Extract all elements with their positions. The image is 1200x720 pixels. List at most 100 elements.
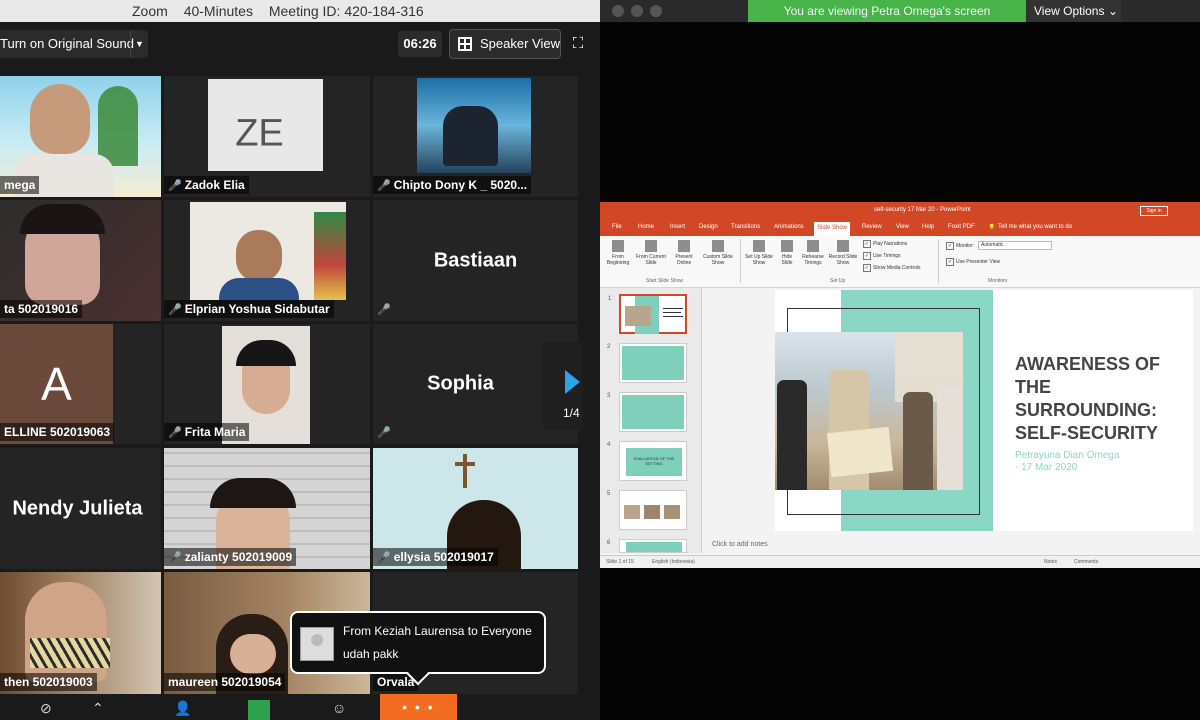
tab-review[interactable]: Review bbox=[862, 224, 882, 230]
tab-slide-show[interactable]: Slide Show bbox=[814, 222, 851, 236]
from-current-button[interactable]: From Current Slide bbox=[634, 240, 668, 266]
sign-in-button[interactable]: Sign in bbox=[1140, 206, 1168, 216]
tab-home[interactable]: Home bbox=[638, 224, 654, 230]
video-tile[interactable]: A ELLINE 502019063 bbox=[0, 324, 161, 444]
monitor-select[interactable]: Automatic bbox=[978, 241, 1052, 250]
video-tile[interactable]: 🎤 zalianty 502019009 bbox=[164, 448, 370, 569]
speaker-view-button[interactable]: Speaker View bbox=[449, 29, 561, 59]
video-tile[interactable]: Bastiaan 🎤 bbox=[373, 200, 578, 321]
participant-face bbox=[230, 634, 276, 674]
tab-design[interactable]: Design bbox=[699, 224, 718, 230]
muted-mic-icon: 🎤 bbox=[168, 552, 182, 564]
present-online-button[interactable]: Present Online bbox=[672, 240, 696, 266]
group-start-slide-show: Start Slide Show bbox=[646, 278, 683, 284]
tab-insert[interactable]: Insert bbox=[670, 224, 685, 230]
speaker-view-label: Speaker View bbox=[480, 36, 560, 51]
participant-name: maureen 502019054 bbox=[164, 673, 286, 691]
shared-screen-window: You are viewing Petra Omega's screen Vie… bbox=[600, 0, 1200, 720]
original-sound-label: Turn on Original Sound bbox=[0, 36, 134, 51]
thumb-text-line bbox=[663, 316, 683, 317]
share-screen-icon[interactable] bbox=[248, 700, 270, 720]
slide-number: 3 bbox=[607, 393, 611, 399]
ppt-status-bar: Slide 1 of 15 English (Indonesia) Notes … bbox=[600, 555, 1200, 568]
tab-animations[interactable]: Animations bbox=[774, 224, 804, 230]
shelf-decor bbox=[314, 212, 346, 300]
video-tile[interactable]: 🎤 Elprian Yoshua Sidabutar bbox=[164, 200, 370, 321]
video-off-icon[interactable]: ⊘ bbox=[40, 700, 52, 717]
record-slide-show-button[interactable]: Record Slide Show bbox=[828, 240, 858, 266]
slide-thumbnail[interactable]: 1 bbox=[608, 294, 687, 334]
participant-name: 🎤 zalianty 502019009 bbox=[164, 548, 297, 566]
tell-me-box[interactable]: Tell me what you want to do bbox=[998, 224, 1072, 230]
tab-file[interactable]: File bbox=[612, 224, 622, 230]
ppt-ribbon-tabs: File Home Insert Design Transitions Anim… bbox=[600, 220, 1200, 236]
minimize-icon[interactable] bbox=[631, 5, 643, 17]
ppt-ribbon: From Beginning From Current Slide Presen… bbox=[600, 236, 1200, 288]
video-tile[interactable]: 🎤 ellysia 502019017 bbox=[373, 448, 578, 569]
slide-thumbnail[interactable]: 4 EVALUATION OF THE SETTING bbox=[607, 441, 687, 481]
slide-title[interactable]: AWARENESS OF THE SURROUNDING: SELF-SECUR… bbox=[1015, 353, 1160, 445]
participant-face bbox=[30, 84, 90, 154]
video-tile[interactable]: 🎤 Chipto Dony K _ 5020... bbox=[373, 76, 578, 197]
slide-thumbnail[interactable]: 5 bbox=[607, 490, 687, 530]
hide-slide-button[interactable]: Hide Slide bbox=[778, 240, 796, 266]
set-up-slide-show-button[interactable]: Set Up Slide Show bbox=[744, 240, 774, 266]
photo-person bbox=[937, 386, 963, 490]
muted-mic-icon: 🎤 bbox=[377, 180, 391, 192]
play-narrations-checkbox[interactable]: Play Narrations bbox=[863, 240, 907, 248]
slideshow-start-icon bbox=[612, 240, 624, 252]
rehearse-timings-button[interactable]: Rehearse Timings bbox=[800, 240, 826, 266]
thumb-accent bbox=[622, 346, 684, 380]
chat-notification[interactable]: From Keziah Laurensa to Everyone udah pa… bbox=[290, 611, 546, 686]
ribbon-divider bbox=[938, 239, 939, 283]
show-media-controls-checkbox[interactable]: Show Media Controls bbox=[863, 264, 921, 272]
chevron-down-icon[interactable]: ▼ bbox=[130, 30, 148, 58]
participant-name: 🎤 Chipto Dony K _ 5020... bbox=[373, 176, 532, 194]
meeting-id: Meeting ID: 420-184-316 bbox=[268, 3, 424, 19]
group-monitors: Monitors bbox=[988, 278, 1008, 284]
use-timings-checkbox[interactable]: Use Timings bbox=[863, 252, 901, 260]
tab-help[interactable]: Help bbox=[922, 224, 934, 230]
present-online-icon bbox=[678, 240, 690, 252]
participants-icon[interactable]: 👤 bbox=[174, 700, 191, 717]
meeting-timer: 06:26 bbox=[398, 31, 442, 57]
reactions-icon[interactable]: ☺ bbox=[332, 700, 346, 716]
language-indicator[interactable]: English (Indonesia) bbox=[652, 559, 695, 565]
current-slide[interactable]: AWARENESS OF THE SURROUNDING: SELF-SECUR… bbox=[775, 290, 1193, 531]
thumb-photo bbox=[664, 505, 680, 519]
video-tile[interactable]: 🎤 Frita Maria bbox=[164, 324, 370, 444]
participant-hair bbox=[20, 204, 105, 234]
tab-view[interactable]: View bbox=[896, 224, 909, 230]
custom-show-button[interactable]: Custom Slide Show bbox=[700, 240, 736, 266]
app-title: Zoom bbox=[132, 3, 168, 19]
slide-thumbnail[interactable]: 2 bbox=[607, 343, 687, 383]
next-page-button[interactable]: 1/4 bbox=[543, 342, 583, 430]
slide-thumbnail[interactable]: 3 bbox=[607, 392, 687, 432]
chat-message: udah pakk bbox=[343, 647, 399, 661]
notes-placeholder[interactable]: Click to add notes bbox=[712, 541, 768, 548]
comments-button[interactable]: Comments bbox=[1074, 559, 1098, 565]
notes-button[interactable]: Notes bbox=[1044, 559, 1057, 565]
slide-thumbnail[interactable]: 6 bbox=[607, 539, 687, 553]
security-icon[interactable]: ⌃ bbox=[92, 700, 104, 717]
thumb-photo bbox=[625, 306, 651, 326]
thumb-photo bbox=[644, 505, 660, 519]
maximize-icon[interactable] bbox=[650, 5, 662, 17]
view-options-button[interactable]: View Options ⌄ bbox=[1026, 0, 1121, 22]
timer-icon bbox=[807, 240, 819, 252]
palm-tree bbox=[98, 86, 138, 166]
close-icon[interactable] bbox=[612, 5, 624, 17]
fullscreen-icon[interactable]: ⛶ bbox=[566, 31, 590, 57]
original-sound-button[interactable]: Turn on Original Sound ▼ bbox=[0, 30, 148, 58]
tab-transitions[interactable]: Transitions bbox=[731, 224, 760, 230]
video-tile[interactable]: Nendy Julieta bbox=[0, 448, 161, 569]
presenter-view-checkbox[interactable]: Use Presenter View bbox=[946, 258, 1000, 266]
slide-subtitle[interactable]: Petrayuna Dian Omega - 17 Mar 2020 bbox=[1015, 450, 1120, 474]
video-tile[interactable]: ta 502019016 bbox=[0, 200, 161, 321]
video-tile[interactable]: ZE 🎤 Zadok Elia bbox=[164, 76, 370, 197]
video-tile[interactable]: mega bbox=[0, 76, 161, 197]
tab-foxit-pdf[interactable]: Foxit PDF bbox=[948, 224, 975, 230]
from-beginning-button[interactable]: From Beginning bbox=[606, 240, 630, 266]
more-button[interactable]: • • • bbox=[380, 694, 457, 720]
video-tile[interactable]: then 502019003 bbox=[0, 572, 161, 694]
